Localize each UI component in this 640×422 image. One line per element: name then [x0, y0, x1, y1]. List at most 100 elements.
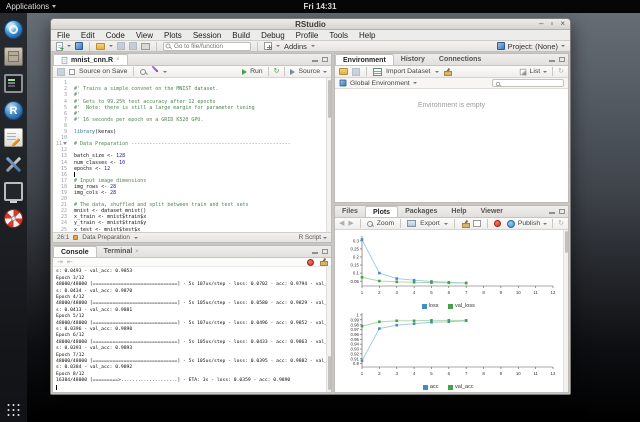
tab-files[interactable]: Files	[335, 206, 365, 217]
open-file-button[interactable]	[96, 43, 105, 50]
minimize-pane-icon[interactable]	[312, 60, 318, 62]
save-script-button[interactable]	[57, 68, 65, 76]
file-type-selector[interactable]: R Script	[299, 234, 321, 241]
tab-viewer[interactable]: Viewer	[474, 206, 510, 217]
gedit-icon[interactable]	[4, 128, 23, 147]
browser-icon[interactable]	[4, 20, 23, 39]
project-dropdown-icon[interactable]	[561, 45, 565, 47]
scope-dropdown-icon[interactable]	[134, 237, 138, 239]
panes-dropdown-icon[interactable]	[276, 45, 280, 47]
import-dataset-button[interactable]: Import Dataset	[386, 68, 431, 75]
publish-button[interactable]: Publish	[518, 220, 540, 227]
minimize-pane-icon[interactable]	[549, 212, 555, 214]
menu-code[interactable]: Code	[106, 31, 125, 40]
menu-build[interactable]: Build	[232, 31, 250, 40]
export-plot-button[interactable]: Export	[420, 220, 440, 227]
rerun-icon[interactable]: ↻	[274, 68, 280, 75]
menu-help[interactable]: Help	[359, 31, 375, 40]
tab-console[interactable]: Console	[53, 246, 97, 257]
terminal-icon[interactable]	[4, 74, 23, 93]
applications-menu[interactable]: Applications	[0, 0, 62, 13]
menu-debug[interactable]: Debug	[261, 31, 285, 40]
scope-selector[interactable]: Data Preparation	[82, 234, 130, 241]
clear-console-icon[interactable]	[319, 258, 327, 266]
minimize-pane-icon[interactable]	[312, 252, 318, 254]
environment-search-input[interactable]	[492, 79, 564, 87]
tools-icon[interactable]	[4, 155, 23, 174]
menu-tools[interactable]: Tools	[329, 31, 348, 40]
tab-packages[interactable]: Packages	[398, 206, 444, 217]
menu-edit[interactable]: Edit	[81, 31, 95, 40]
files-icon[interactable]	[4, 47, 23, 66]
maximize-pane-icon[interactable]	[322, 57, 328, 62]
source-dropdown-icon[interactable]	[323, 71, 327, 73]
new-file-button[interactable]	[56, 42, 63, 51]
tab-mnist-cnn[interactable]: mnist_cnn.R ×	[53, 54, 128, 65]
stop-execution-button[interactable]	[307, 259, 314, 266]
maximize-pane-icon[interactable]	[559, 209, 565, 214]
source-button[interactable]: Source	[298, 68, 320, 75]
close-terminal-icon[interactable]: ×	[135, 249, 139, 255]
refresh-plots-icon[interactable]: ↻	[558, 220, 564, 227]
workspace-panes-button[interactable]	[264, 42, 272, 50]
export-dropdown-icon[interactable]	[444, 223, 448, 225]
editor-scrollbar[interactable]	[326, 78, 331, 232]
save-button[interactable]	[117, 42, 125, 50]
next-plot-icon[interactable]: ▶	[348, 220, 353, 227]
print-button[interactable]	[141, 43, 150, 50]
tab-terminal[interactable]: Terminal ×	[97, 246, 146, 257]
close-tab-icon[interactable]: ×	[116, 57, 120, 63]
global-environment-selector[interactable]: Global Environment	[350, 80, 410, 87]
code-tools-icon[interactable]	[150, 67, 159, 76]
find-replace-icon[interactable]	[140, 69, 146, 75]
code-editor[interactable]: 1234567891011121314151617181920212223242…	[53, 78, 331, 232]
remove-plot-icon[interactable]	[461, 220, 469, 228]
maximize-pane-icon[interactable]	[322, 249, 328, 254]
source-on-save-checkbox[interactable]	[69, 69, 75, 75]
close-button[interactable]: ×	[560, 20, 565, 28]
file-type-dropdown-icon[interactable]	[323, 237, 327, 239]
tab-connections[interactable]: Connections	[432, 54, 488, 65]
menu-file[interactable]: File	[57, 31, 70, 40]
publish-dropdown-icon[interactable]	[543, 223, 547, 225]
save-all-button[interactable]	[129, 42, 137, 50]
menu-session[interactable]: Session	[193, 31, 221, 40]
tab-help[interactable]: Help	[444, 206, 473, 217]
goto-file-input[interactable]	[163, 42, 251, 51]
tab-history[interactable]: History	[394, 54, 432, 65]
run-button[interactable]: Run	[250, 68, 262, 75]
help-icon[interactable]	[4, 209, 23, 228]
console-output[interactable]: s: 0.0493 - val_acc: 0.9853Epoch 3/12480…	[53, 267, 331, 392]
clear-plots-icon[interactable]	[473, 220, 481, 227]
list-view-selector[interactable]: List	[530, 68, 541, 75]
new-project-button[interactable]	[75, 42, 83, 50]
open-recent-dropdown-icon[interactable]	[109, 45, 113, 47]
zoom-plot-button[interactable]: Zoom	[377, 220, 394, 227]
title-bar[interactable]: RStudio – ▫ ×	[51, 19, 570, 30]
maximize-button[interactable]: ▫	[550, 20, 553, 28]
editor-line[interactable]: x_test <- mnist$test$x	[74, 227, 331, 233]
addins-dropdown-icon[interactable]	[311, 45, 315, 47]
refresh-icon[interactable]: ↻	[558, 68, 564, 75]
stop-plot-button[interactable]	[494, 220, 501, 227]
import-dropdown-icon[interactable]	[435, 71, 439, 73]
save-workspace-icon[interactable]	[352, 68, 360, 76]
new-file-dropdown-icon[interactable]	[67, 45, 71, 47]
menu-plots[interactable]: Plots	[164, 31, 182, 40]
list-dropdown-icon[interactable]	[543, 71, 547, 73]
display-icon[interactable]	[4, 182, 23, 201]
clear-environment-icon[interactable]	[443, 68, 451, 76]
tab-plots[interactable]: Plots	[365, 206, 398, 217]
menu-view[interactable]: View	[136, 31, 153, 40]
environment-dropdown-icon[interactable]	[413, 82, 417, 84]
code-tools-dropdown-icon[interactable]	[163, 71, 167, 73]
load-workspace-icon[interactable]	[339, 68, 348, 75]
clock[interactable]: Fri 14:31	[304, 2, 337, 11]
menu-profile[interactable]: Profile	[296, 31, 319, 40]
maximize-pane-icon[interactable]	[559, 57, 565, 62]
previous-plot-icon[interactable]: ◀	[339, 220, 344, 227]
minimize-button[interactable]: –	[539, 20, 543, 28]
rstudio-icon[interactable]: R	[4, 101, 23, 120]
show-applications-button[interactable]	[7, 404, 20, 417]
minimize-pane-icon[interactable]	[549, 60, 555, 62]
